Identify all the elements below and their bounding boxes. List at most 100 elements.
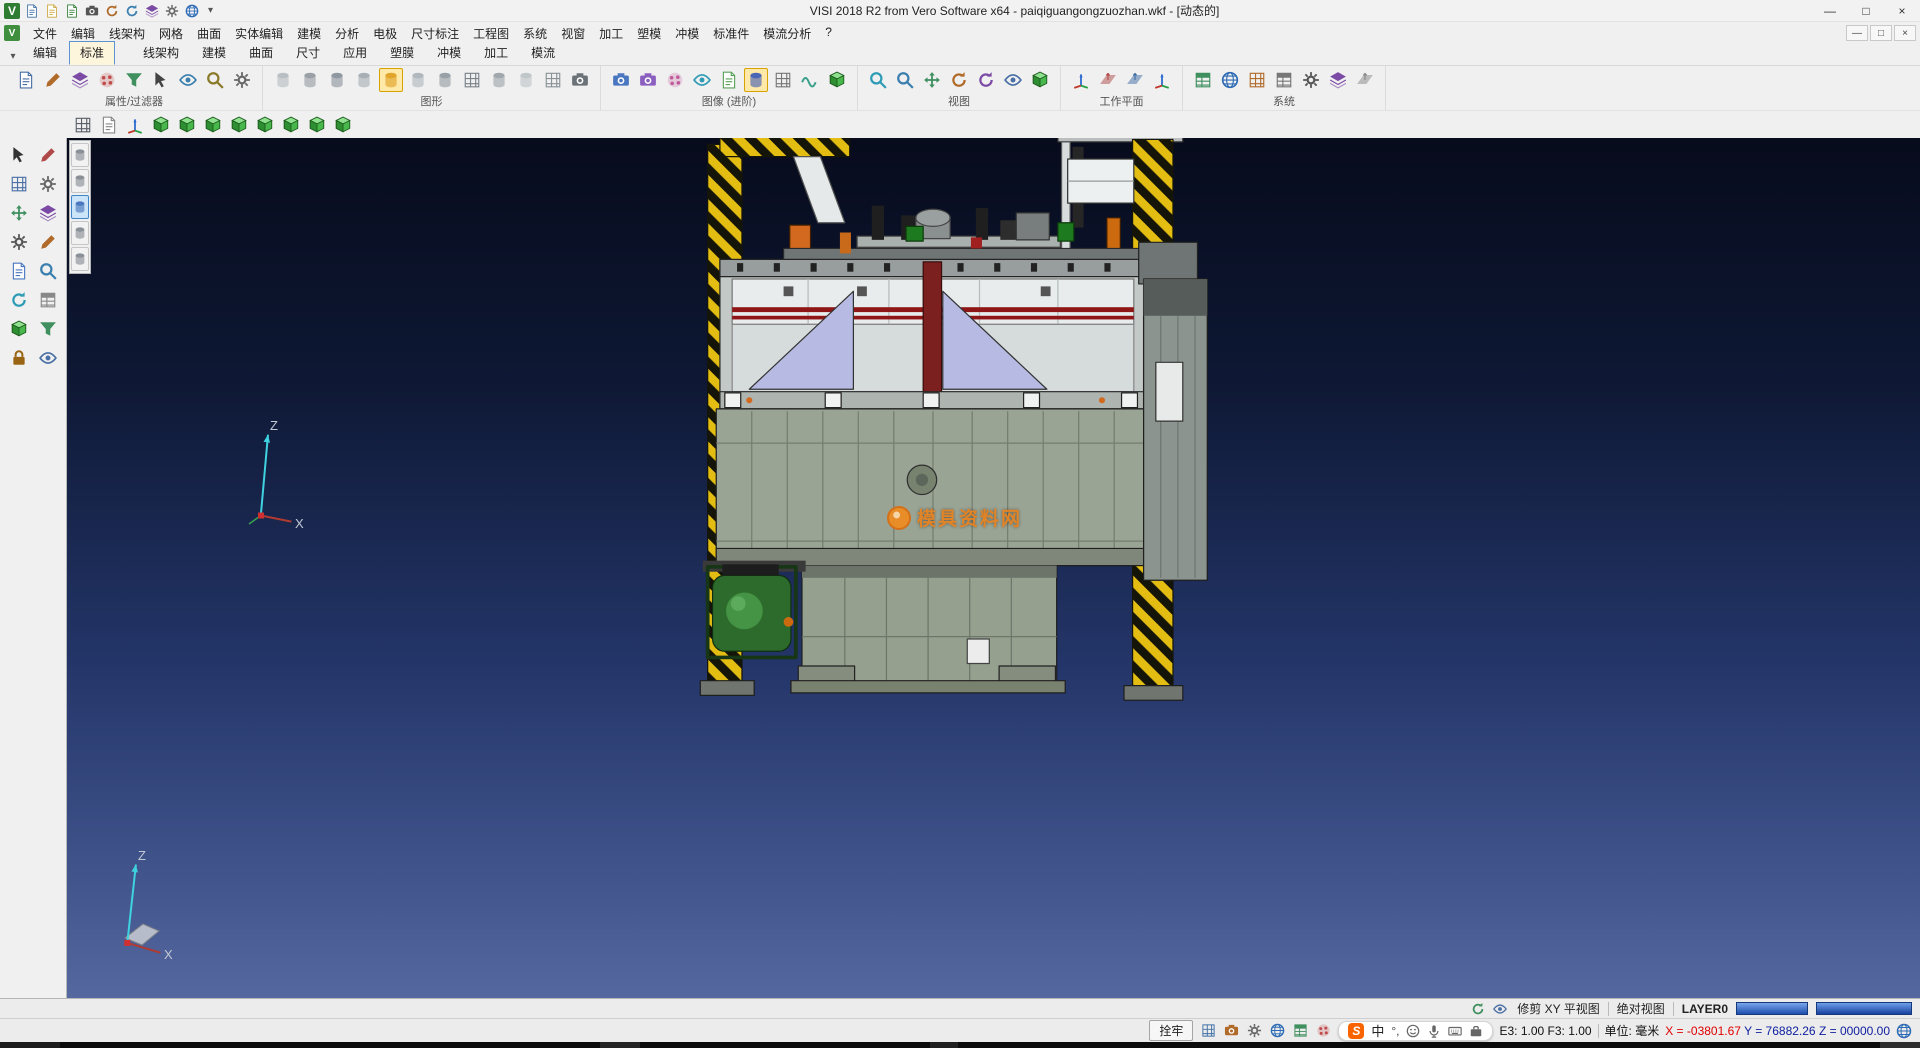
menu-item-17[interactable]: 模流分析 — [756, 23, 818, 44]
pan-view-icon[interactable] — [920, 68, 944, 92]
print-icon[interactable] — [83, 2, 101, 20]
view-visibility-icon[interactable] — [1491, 1000, 1509, 1018]
ime-language-toggle[interactable]: 中 — [1371, 1021, 1384, 1040]
show-surfaces-toggle[interactable] — [71, 169, 89, 193]
lock-toggle-button[interactable]: 拴牢 — [1149, 1020, 1193, 1041]
mesh-display-icon[interactable] — [433, 68, 457, 92]
ghost-display-icon[interactable] — [514, 68, 538, 92]
current-linestyle-selector[interactable] — [1816, 1002, 1912, 1015]
tab-overflow-dropdown-icon[interactable]: ▾ — [4, 47, 22, 65]
show-solids-toggle[interactable] — [71, 143, 89, 167]
dynamic-rotate-icon[interactable] — [124, 114, 146, 136]
selection-filter-icon[interactable] — [149, 68, 173, 92]
current-color-selector[interactable] — [1736, 1002, 1808, 1015]
menu-item-15[interactable]: 冲模 — [668, 23, 706, 44]
tab-6[interactable]: 应用 — [332, 41, 378, 65]
ime-voice-icon[interactable] — [1427, 1024, 1441, 1038]
shaded-display-icon[interactable] — [325, 68, 349, 92]
online-status-icon[interactable] — [1896, 1023, 1912, 1039]
white-view-icon[interactable] — [98, 114, 120, 136]
child-close-button[interactable]: × — [1894, 25, 1916, 41]
filter-settings-icon[interactable] — [230, 68, 254, 92]
grid-settings-icon[interactable] — [1245, 68, 1269, 92]
workplane-icon[interactable] — [1069, 68, 1093, 92]
wireframe-display-icon[interactable] — [271, 68, 295, 92]
left-view-icon[interactable] — [280, 114, 302, 136]
snap-grid-icon[interactable] — [6, 171, 32, 197]
system-settings-icon[interactable] — [1218, 68, 1242, 92]
tab-0[interactable]: 编辑 — [22, 41, 68, 65]
visibility-icon[interactable] — [176, 68, 200, 92]
shaded-edges-display-icon[interactable] — [352, 68, 376, 92]
menu-item-13[interactable]: 加工 — [592, 23, 630, 44]
zoom-window-icon[interactable] — [893, 68, 917, 92]
properties-icon[interactable] — [14, 68, 38, 92]
grid-shade-icon[interactable] — [460, 68, 484, 92]
color-table-icon[interactable] — [1191, 68, 1215, 92]
background-icon[interactable] — [717, 68, 741, 92]
help-icon[interactable] — [183, 2, 201, 20]
preferences-icon[interactable] — [1299, 68, 1323, 92]
workplane-reset-icon[interactable] — [1150, 68, 1174, 92]
render-options-icon[interactable] — [568, 68, 592, 92]
maximize-button[interactable]: □ — [1848, 0, 1884, 21]
layers-panel-icon[interactable] — [35, 200, 61, 226]
settings-icon[interactable] — [163, 2, 181, 20]
tab-8[interactable]: 冲模 — [426, 41, 472, 65]
ambient-occlusion-icon[interactable] — [744, 68, 768, 92]
menu-item-18[interactable]: ? — [818, 23, 839, 44]
lock-icon[interactable] — [6, 345, 32, 371]
layers-icon[interactable] — [143, 2, 161, 20]
sketch-icon[interactable] — [35, 229, 61, 255]
regen-icon[interactable] — [6, 287, 32, 313]
match-properties-icon[interactable] — [41, 68, 65, 92]
quick-access-dropdown-icon[interactable]: ▾ — [204, 5, 217, 16]
settings-panel-icon[interactable] — [6, 229, 32, 255]
active-display-mode-icon[interactable] — [379, 68, 403, 92]
layer-manager-icon[interactable] — [68, 68, 92, 92]
save-icon[interactable] — [63, 2, 81, 20]
ime-toolbar[interactable]: S 中 °, — [1338, 1021, 1493, 1041]
modify-icon[interactable] — [35, 171, 61, 197]
show-points-toggle[interactable] — [71, 221, 89, 245]
screenshot-icon[interactable] — [1222, 1022, 1240, 1040]
layers-system-icon[interactable] — [1326, 68, 1350, 92]
filter-icon[interactable] — [35, 316, 61, 342]
undo-icon[interactable] — [103, 2, 121, 20]
child-restore-button[interactable]: □ — [1870, 25, 1892, 41]
grid-display-icon[interactable] — [541, 68, 565, 92]
solids-icon[interactable] — [6, 316, 32, 342]
render-quality-icon[interactable] — [609, 68, 633, 92]
viewport-3d[interactable]: Z X Z X 模具资料网 — [67, 138, 1920, 998]
status-settings-icon[interactable] — [1245, 1022, 1263, 1040]
tab-2[interactable]: 线架构 — [132, 41, 190, 65]
iso-view-icon[interactable] — [1028, 68, 1052, 92]
list-icon[interactable] — [35, 287, 61, 313]
back-view-icon[interactable] — [202, 114, 224, 136]
rotate-view-icon[interactable] — [947, 68, 971, 92]
shading-toggle-icon[interactable] — [72, 114, 94, 136]
ime-punctuation-toggle[interactable]: °, — [1391, 1024, 1399, 1038]
move-icon[interactable] — [6, 200, 32, 226]
hidden-line-display-icon[interactable] — [298, 68, 322, 92]
scene-icon[interactable] — [825, 68, 849, 92]
document-icon[interactable] — [6, 258, 32, 284]
select-icon[interactable] — [6, 142, 32, 168]
workspace-icon[interactable] — [1353, 68, 1377, 92]
zoom-icon[interactable] — [35, 258, 61, 284]
bottom-view-icon[interactable] — [254, 114, 276, 136]
view-trim-label[interactable]: 修剪 XY 平视图 — [1517, 1000, 1599, 1017]
redo-icon[interactable] — [123, 2, 141, 20]
axon-view-icon[interactable] — [332, 114, 354, 136]
minimize-button[interactable]: — — [1812, 0, 1848, 21]
grid-snap-icon[interactable] — [1199, 1022, 1217, 1040]
show-annotations-toggle[interactable] — [71, 247, 89, 271]
shadows-icon[interactable] — [636, 68, 660, 92]
tab-3[interactable]: 建模 — [191, 41, 237, 65]
top-view-icon[interactable] — [228, 114, 250, 136]
current-layer-label[interactable]: LAYER0 — [1682, 1002, 1728, 1016]
menu-item-16[interactable]: 标准件 — [706, 23, 756, 44]
show-wireframe-toggle[interactable] — [71, 195, 89, 219]
ime-emoji-icon[interactable] — [1406, 1024, 1420, 1038]
ime-keyboard-icon[interactable] — [1448, 1024, 1462, 1038]
